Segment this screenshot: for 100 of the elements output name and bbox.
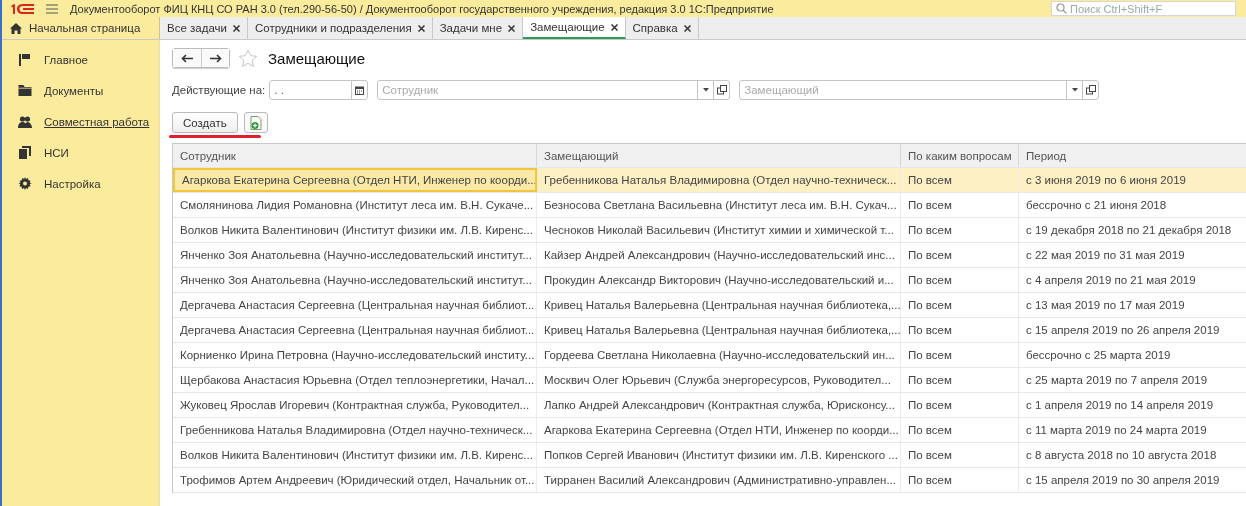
home-icon xyxy=(10,22,22,34)
tab[interactable]: Все задачи xyxy=(160,17,248,39)
table-cell: Волков Никита Валентинович (Институт физики им. Л.В. Киренс... xyxy=(173,218,537,242)
open-button[interactable] xyxy=(1082,81,1099,99)
close-icon[interactable] xyxy=(610,23,618,31)
open-button[interactable] xyxy=(713,81,730,99)
tab[interactable]: Справка xyxy=(625,17,699,39)
table-cell: По всем xyxy=(901,218,1019,242)
table-cell: Жуковец Ярослав Игоревич (Контрактная служба, Руководител... xyxy=(173,393,537,417)
home-tab[interactable]: Начальная страница xyxy=(2,17,160,39)
search-icon xyxy=(1056,3,1067,14)
table-row[interactable]: Дергачева Анастасия Сергеевна (Центральная научная библиот... Кривец Наталья Валерьевна (Центральная научная библиотека,... По всем с 15 апреля 2019 по 26 апреля 2019 xyxy=(173,318,1246,343)
gear-icon xyxy=(18,177,32,190)
excel-button[interactable] xyxy=(243,112,268,133)
table-cell: По всем xyxy=(901,168,1019,192)
table-cell: По всем xyxy=(901,318,1019,342)
table-cell: с 15 апреля 2019 по 30 апреля 2019 xyxy=(1019,468,1246,492)
table-cell: с 4 апреля 2019 по 21 мая 2019 xyxy=(1019,268,1246,292)
table-cell: По всем xyxy=(901,293,1019,317)
open-window-icon xyxy=(716,85,727,95)
deputy-input[interactable]: Замещающий xyxy=(740,81,1067,99)
copies-icon xyxy=(18,146,32,159)
column-header[interactable]: Замещающий xyxy=(537,144,901,167)
table-row[interactable]: Жуковец Ярослав Игоревич (Контрактная служба, Руководител... Лапко Андрей Александрович (Контрактная служба, Юрисконсу... По всем с 1 апреля 2019 по 14 апреля 2019 xyxy=(173,393,1246,418)
date-field[interactable]: . . xyxy=(269,80,369,100)
table-cell: Чесноков Николай Васильевич (Институт химии и химической т... xyxy=(537,218,901,242)
table-cell: Кайзер Андрей Александрович (Научно-исследовательский инс... xyxy=(537,243,901,267)
sidebar-item[interactable]: НСИ xyxy=(2,137,158,168)
table-cell: бессрочно с 25 марта 2019 xyxy=(1019,343,1246,367)
table-row[interactable]: Корниенко Ирина Петровна (Научно-исследовательский институ... Гордеева Светлана Николаевна (Научно-исследовательский ин... По всем бессрочно с 25 марта 2019 xyxy=(173,343,1246,368)
table-cell: Гребенникова Наталья Владимировна (Отдел научно-техническ... xyxy=(537,168,901,192)
table-cell: Смолянинова Лидия Романовна (Институт леса им. В.Н. Сукаче... xyxy=(173,193,537,217)
table-cell: Москвич Олег Юрьевич (Служба энергоресурсов, Руководител... xyxy=(537,368,901,392)
table-row[interactable]: Дергачева Анастасия Сергеевна (Центральная научная библиот... Кривец Наталья Валерьевна (Центральная научная библиотека,... По всем с 13 мая 2019 по 17 мая 2019 xyxy=(173,293,1246,318)
back-button[interactable] xyxy=(173,49,201,67)
arrow-right-icon xyxy=(209,53,222,63)
table-cell: с 15 апреля 2019 по 26 апреля 2019 xyxy=(1019,318,1246,342)
tab[interactable]: Сотрудники и подразделения xyxy=(247,17,433,39)
table-cell: По всем xyxy=(901,443,1019,467)
table-cell: Попков Сергей Иванович (Институт физики им. Л.В. Киренского ... xyxy=(537,443,901,467)
sidebar-item[interactable]: Документы xyxy=(2,75,158,106)
forward-button[interactable] xyxy=(201,49,229,67)
close-icon[interactable] xyxy=(508,24,516,32)
column-header[interactable]: Сотрудник xyxy=(173,144,537,167)
close-icon[interactable] xyxy=(232,24,240,32)
table-cell: с 13 мая 2019 по 17 мая 2019 xyxy=(1019,293,1246,317)
table-cell: Щербакова Анастасия Юрьевна (Отдел теплоэнергетики, Начал... xyxy=(173,368,537,392)
table-cell: По всем xyxy=(901,193,1019,217)
table-cell: Янченко Зоя Анатольевна (Научно-исследовательский институт... xyxy=(173,268,537,292)
table-row[interactable]: Гребенникова Наталья Владимировна (Отдел научно-техническ... Агаркова Екатерина Сергеевна (Отдел НТИ, Инженер по коорди... По всем с 11 марта 2019 по 24 марта 2019 xyxy=(173,418,1246,443)
table-cell: Прокудин Александр Викторович (Научно-исследовательский и... xyxy=(537,268,901,292)
table-cell: По всем xyxy=(901,268,1019,292)
table-row[interactable]: Янченко Зоя Анатольевна (Научно-исследовательский институт... Прокудин Александр Викторович (Научно-исследовательский и... По всем с 4 апреля 2019 по 21 мая 2019 xyxy=(173,268,1246,293)
table-row[interactable]: Трофимов Артем Андреевич (Юридический отдел, Начальник от... Тирранен Василий Александрович (Административно-управлен... По всем с 15 апреля 2019 по 30 апреля 2019 xyxy=(173,468,1246,493)
table-cell: бессрочно с 21 июня 2018 xyxy=(1019,193,1246,217)
open-window-icon xyxy=(1085,85,1096,95)
date-input[interactable]: . . xyxy=(270,81,352,99)
page-title: Замещающие xyxy=(268,49,366,67)
table-row[interactable]: Янченко Зоя Анатольевна (Научно-исследовательский институт... Кайзер Андрей Александрович (Научно-исследовательский инс... По всем с 22 мая 2019 по 31 мая 2019 xyxy=(173,243,1246,268)
table-cell: с 8 августа 2018 по 10 августа 2018 xyxy=(1019,443,1246,467)
table-cell: Дергачева Анастасия Сергеевна (Центральная научная библиот... xyxy=(173,293,537,317)
folder-icon xyxy=(18,85,32,96)
search-input[interactable]: Поиск Ctrl+Shift+F xyxy=(1070,2,1230,15)
table-row[interactable]: Волков Никита Валентинович (Институт физики им. Л.В. Киренс... Попков Сергей Иванович (Институт физики им. Л.В. Киренского ... По всем с 8 августа 2018 по 10 августа 2018 xyxy=(173,443,1246,468)
caret-icon xyxy=(1071,88,1078,92)
employee-field[interactable]: Сотрудник xyxy=(377,80,731,100)
sidebar-item[interactable]: Главное xyxy=(2,44,158,75)
sidebar-item[interactable]: Настройка xyxy=(2,168,158,199)
table-cell: с 22 мая 2019 по 31 мая 2019 xyxy=(1019,243,1246,267)
calendar-icon xyxy=(355,85,365,95)
table-cell: Корниенко Ирина Петровна (Научно-исследовательский институ... xyxy=(173,343,537,367)
table-cell: с 25 марта 2019 по 7 апреля 2019 xyxy=(1019,368,1246,392)
star-icon[interactable] xyxy=(238,48,258,68)
table-row[interactable]: Щербакова Анастасия Юрьевна (Отдел теплоэнергетики, Начал... Москвич Олег Юрьевич (Служба энергоресурсов, Руководител... По всем с 25 марта 2019 по 7 апреля 2019 xyxy=(173,368,1246,393)
people-icon xyxy=(18,115,32,128)
deputy-field[interactable]: Замещающий xyxy=(739,80,1100,100)
column-header[interactable]: По каким вопросам xyxy=(901,144,1019,167)
close-icon[interactable] xyxy=(417,24,425,32)
table-cell: Гребенникова Наталья Владимировна (Отдел научно-техническ... xyxy=(173,418,537,442)
column-header[interactable]: Период xyxy=(1019,144,1246,167)
table-cell: По всем xyxy=(901,393,1019,417)
sidebar-item[interactable]: Совместная работа xyxy=(2,106,158,137)
close-icon[interactable] xyxy=(683,24,691,32)
table-row[interactable]: Агаркова Екатерина Сергеевна (Отдел НТИ, Инженер по коорди... Гребенникова Наталья Владимировна (Отдел научно-техническ... По всем с 3 июня 2019 по 6 июня 2019 xyxy=(173,168,1246,193)
table-cell: Волков Никита Валентинович (Институт физики им. Л.В. Киренс... xyxy=(173,443,537,467)
table-row[interactable]: Волков Никита Валентинович (Институт физики им. Л.В. Киренс... Чесноков Николай Васильевич (Институт химии и химической т... По всем с 19 декабря 2018 по 21 декабря 2018 xyxy=(173,218,1246,243)
logo-icon xyxy=(10,2,36,15)
arrow-left-icon xyxy=(181,53,193,63)
search-field[interactable]: Поиск Ctrl+Shift+F xyxy=(1051,1,1236,16)
create-button[interactable]: Создать xyxy=(172,112,238,133)
table-cell: По всем xyxy=(901,368,1019,392)
employee-input[interactable]: Сотрудник xyxy=(378,81,698,99)
table-cell: Безносова Светлана Васильевна (Институт леса им. В.Н. Сукач... xyxy=(537,193,901,217)
table-row[interactable]: Смолянинова Лидия Романовна (Институт леса им. В.Н. Сукаче... Безносова Светлана Васильевна (Институт леса им. В.Н. Сукач... По всем бессрочно с 21 июня 2018 xyxy=(173,193,1246,218)
table-cell: Кривец Наталья Валерьевна (Центральная научная библиотека,... xyxy=(537,293,901,317)
add-document-icon xyxy=(249,115,262,130)
table-cell: Гордеева Светлана Николаевна (Научно-исследовательский ин... xyxy=(537,343,901,367)
table-cell: Дергачева Анастасия Сергеевна (Центральная научная библиот... xyxy=(173,318,537,342)
table-cell: Кривец Наталья Валерьевна (Центральная научная библиотека,... xyxy=(537,318,901,342)
tab[interactable]: Замещающие xyxy=(523,17,626,39)
